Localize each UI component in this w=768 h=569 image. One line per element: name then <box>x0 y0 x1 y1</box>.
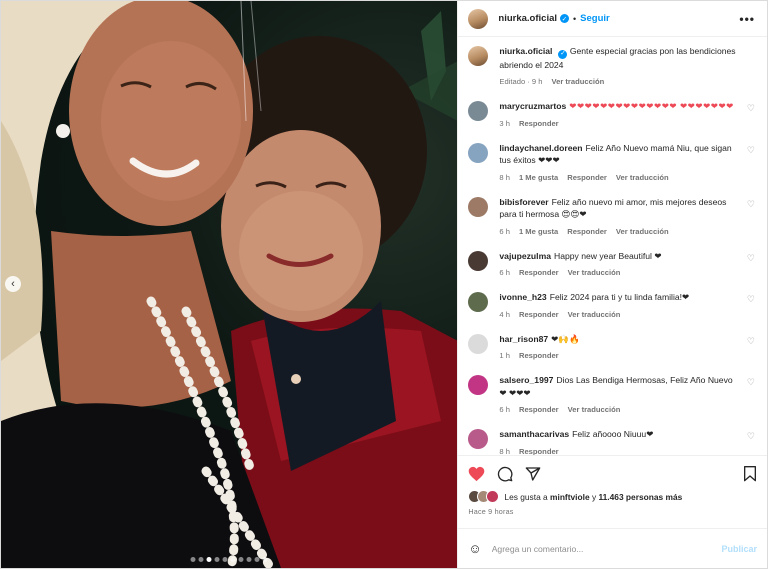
comment-username[interactable]: lindaychanel.doreen <box>499 143 582 153</box>
comment-username[interactable]: ivonne_h23 <box>499 292 546 302</box>
likes-count[interactable]: 11.463 personas más <box>598 492 682 502</box>
share-icon[interactable] <box>525 466 541 482</box>
reply-button[interactable]: Responder <box>519 119 559 128</box>
comment-item: ivonne_h23 Feliz 2024 para ti y tu linda … <box>468 291 757 319</box>
likes-middle: y <box>591 491 597 502</box>
reply-button[interactable]: Responder <box>519 405 559 414</box>
commenter-avatar[interactable] <box>468 250 489 271</box>
emoji-icon[interactable]: ☺ <box>468 541 481 556</box>
reply-button[interactable]: Responder <box>519 447 559 455</box>
heart-outline-icon[interactable]: ♡ <box>747 103 755 114</box>
comment-item: samanthacarivas Feliz añoooo Niuuu❤ 8 h R… <box>468 428 757 455</box>
comment-text: ❤❤❤❤❤❤❤❤❤❤❤❤❤❤ ❤❤❤❤❤❤❤ <box>569 101 734 112</box>
translate-link[interactable]: Ver traducción <box>616 173 669 182</box>
likes-summary[interactable]: Les gusta a minftviole y 11.463 personas… <box>468 490 757 503</box>
comment-username[interactable]: salsero_1997 <box>499 375 553 385</box>
translate-link[interactable]: Ver traducción <box>568 268 621 277</box>
commenter-avatar[interactable] <box>468 101 489 122</box>
heart-outline-icon[interactable]: ♡ <box>747 431 755 442</box>
heart-outline-icon[interactable]: ♡ <box>747 199 755 210</box>
comment-time: 6 h <box>499 226 510 236</box>
commenter-avatar[interactable] <box>468 196 489 217</box>
commenter-avatar[interactable] <box>468 375 489 396</box>
author-avatar[interactable] <box>468 46 489 66</box>
caption-edited-time: Editado · 9 h <box>499 77 543 87</box>
comment-text: Feliz añoooo Niuuu❤ <box>572 429 654 440</box>
comment-username[interactable]: har_rison87 <box>499 334 548 344</box>
reply-button[interactable]: Responder <box>519 351 559 360</box>
photo-image <box>1 1 458 568</box>
heart-outline-icon[interactable]: ♡ <box>747 253 755 264</box>
post-photo[interactable]: ‹ <box>1 1 458 568</box>
follow-button[interactable]: Seguir <box>580 13 610 24</box>
liker-avatars <box>468 490 500 503</box>
heart-outline-icon[interactable]: ♡ <box>747 336 755 347</box>
comment-text: Happy new year Beautiful ❤ <box>554 250 662 261</box>
comment-icon[interactable] <box>497 466 513 482</box>
reply-button[interactable]: Responder <box>519 268 559 277</box>
comment-item: vajupezulma Happy new year Beautiful ❤ 6 … <box>468 250 757 278</box>
liker-username[interactable]: minftviole <box>550 492 590 502</box>
comment-time: 8 h <box>499 172 510 182</box>
translate-link[interactable]: Ver traducción <box>568 405 621 414</box>
comment-username[interactable]: samanthacarivas <box>499 429 569 439</box>
comment-item: lindaychanel.doreen Feliz Año Nuevo mamá … <box>468 142 757 182</box>
add-comment-bar: ☺ Publicar <box>458 528 767 568</box>
like-heart-icon[interactable] <box>468 466 485 482</box>
author-avatar[interactable] <box>468 8 489 29</box>
post-modal: ‹ niurka.oficial ✓ • Seguir ••• niurka.o… <box>0 0 768 569</box>
heart-outline-icon[interactable]: ♡ <box>747 145 755 156</box>
comment-likes-count[interactable]: 1 Me gusta <box>519 173 558 182</box>
comment-time: 4 h <box>499 309 510 319</box>
reply-button[interactable]: Responder <box>519 310 559 319</box>
heart-outline-icon[interactable]: ♡ <box>747 377 755 388</box>
bookmark-icon[interactable] <box>743 466 757 482</box>
comment-time: 1 h <box>499 351 510 361</box>
separator-dot: • <box>573 13 577 24</box>
verified-icon: ✓ <box>560 14 570 23</box>
carousel-indicator <box>190 557 268 562</box>
commenter-avatar[interactable] <box>468 333 489 354</box>
post-actions: Les gusta a minftviole y 11.463 personas… <box>458 455 767 516</box>
comment-likes-count[interactable]: 1 Me gusta <box>519 227 558 236</box>
heart-outline-icon[interactable]: ♡ <box>747 294 755 305</box>
caption-translate-link[interactable]: Ver traducción <box>551 77 604 86</box>
post-side-panel: niurka.oficial ✓ • Seguir ••• niurka.ofi… <box>457 1 767 568</box>
comment-item: marycruzmartos ❤❤❤❤❤❤❤❤❤❤❤❤❤❤ ❤❤❤❤❤❤❤ 3 h… <box>468 100 757 128</box>
comment-input[interactable] <box>491 543 722 554</box>
author-username[interactable]: niurka.oficial <box>498 13 557 24</box>
post-caption: niurka.oficial ✓ Gente especial gracias p… <box>468 45 757 86</box>
previous-photo-button[interactable]: ‹ <box>5 276 21 292</box>
comment-item: bibisforever Feliz año nuevo mi amor, mis… <box>468 196 757 236</box>
comment-text: Feliz 2024 para ti y tu linda familia!❤ <box>549 292 690 303</box>
commenter-avatar[interactable] <box>468 292 489 313</box>
post-timestamp: Hace 9 horas <box>468 507 514 516</box>
comment-username[interactable]: vajupezulma <box>499 251 551 261</box>
likes-prefix: Les gusta a <box>504 491 548 502</box>
comments-list[interactable]: niurka.oficial ✓ Gente especial gracias p… <box>458 37 767 455</box>
comment-text: ❤🙌🔥 <box>551 333 580 344</box>
commenter-avatar[interactable] <box>468 142 489 163</box>
reply-button[interactable]: Responder <box>567 227 607 236</box>
comment-item: har_rison87 ❤🙌🔥 1 h Responder ♡ <box>468 333 757 361</box>
comment-item: salsero_1997 Dios Las Bendiga Hermosas, F… <box>468 374 757 414</box>
comment-username[interactable]: marycruzmartos <box>499 101 566 111</box>
translate-link[interactable]: Ver traducción <box>568 310 621 319</box>
more-options-icon[interactable]: ••• <box>739 12 755 26</box>
translate-link[interactable]: Ver traducción <box>616 227 669 236</box>
commenter-avatar[interactable] <box>468 429 489 450</box>
comment-time: 8 h <box>499 446 510 455</box>
post-header: niurka.oficial ✓ • Seguir ••• <box>458 1 767 37</box>
publish-button[interactable]: Publicar <box>721 544 757 554</box>
reply-button[interactable]: Responder <box>567 173 607 182</box>
verified-icon: ✓ <box>558 49 568 59</box>
comment-time: 6 h <box>499 405 510 415</box>
comment-username[interactable]: bibisforever <box>499 197 548 207</box>
caption-username[interactable]: niurka.oficial <box>499 46 552 56</box>
comment-time: 3 h <box>499 118 510 128</box>
comment-time: 6 h <box>499 268 510 278</box>
